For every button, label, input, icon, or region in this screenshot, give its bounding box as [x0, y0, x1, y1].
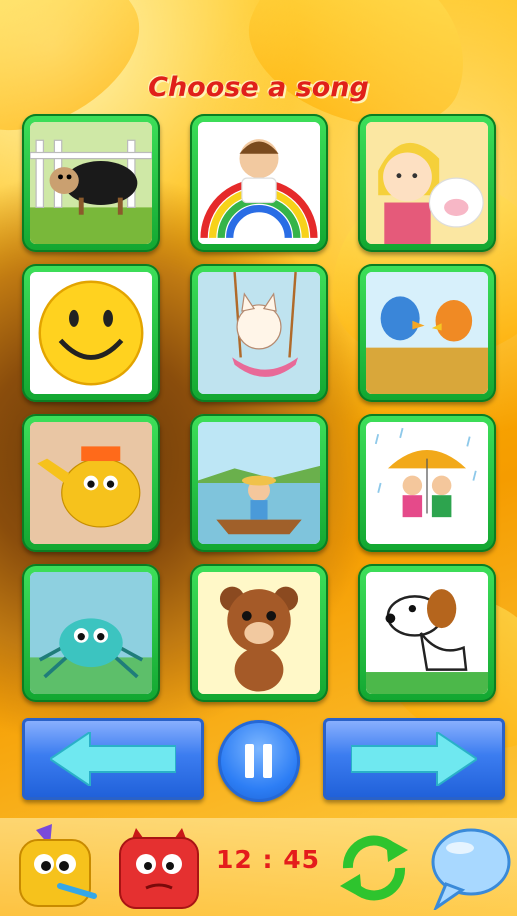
chat-button[interactable]	[426, 824, 512, 913]
party-character-button[interactable]	[14, 824, 100, 910]
arrow-right-icon	[351, 732, 477, 786]
child-painting-icon	[198, 122, 320, 244]
previous-page-button[interactable]	[22, 718, 204, 800]
red-monster-icon	[119, 828, 199, 909]
song-tile-black-sheep[interactable]	[22, 114, 160, 252]
teapot-icon	[30, 422, 152, 544]
next-page-button[interactable]	[323, 718, 505, 800]
song-tile-smiley[interactable]	[22, 264, 160, 402]
song-tile-mary-lamb[interactable]	[358, 114, 496, 252]
bluebirds-icon	[366, 272, 488, 394]
speech-bubble-icon	[431, 828, 511, 913]
kids-umbrella-rain-icon	[366, 422, 488, 544]
song-tile-spider[interactable]	[22, 564, 160, 702]
song-tile-teddy-bear[interactable]	[190, 564, 328, 702]
page-title: Choose a song	[148, 72, 369, 103]
song-tile-boy-rowing[interactable]	[190, 414, 328, 552]
clock-display: 12 : 45	[216, 845, 320, 874]
arrow-left-icon	[50, 732, 176, 786]
black-sheep-icon	[30, 122, 152, 244]
song-tile-bluebirds[interactable]	[358, 264, 496, 402]
party-character-icon	[19, 824, 97, 907]
song-tile-puppy[interactable]	[358, 564, 496, 702]
song-tile-child-painting[interactable]	[190, 114, 328, 252]
puppy-dog-icon	[366, 572, 488, 694]
teddy-bear-icon	[198, 572, 320, 694]
song-tile-kids-umbrella[interactable]	[358, 414, 496, 552]
refresh-button[interactable]	[334, 828, 414, 908]
boy-rowing-boat-icon	[198, 422, 320, 544]
song-tile-teapot[interactable]	[22, 414, 160, 552]
smiley-face-icon	[30, 272, 152, 394]
mary-lamb-icon	[366, 122, 488, 244]
pause-button[interactable]	[218, 720, 300, 802]
spider-icon	[30, 572, 152, 694]
refresh-icon	[340, 835, 408, 901]
kitten-swing-icon	[198, 272, 320, 394]
song-tile-kitten-swing[interactable]	[190, 264, 328, 402]
red-monster-button[interactable]	[116, 826, 202, 910]
